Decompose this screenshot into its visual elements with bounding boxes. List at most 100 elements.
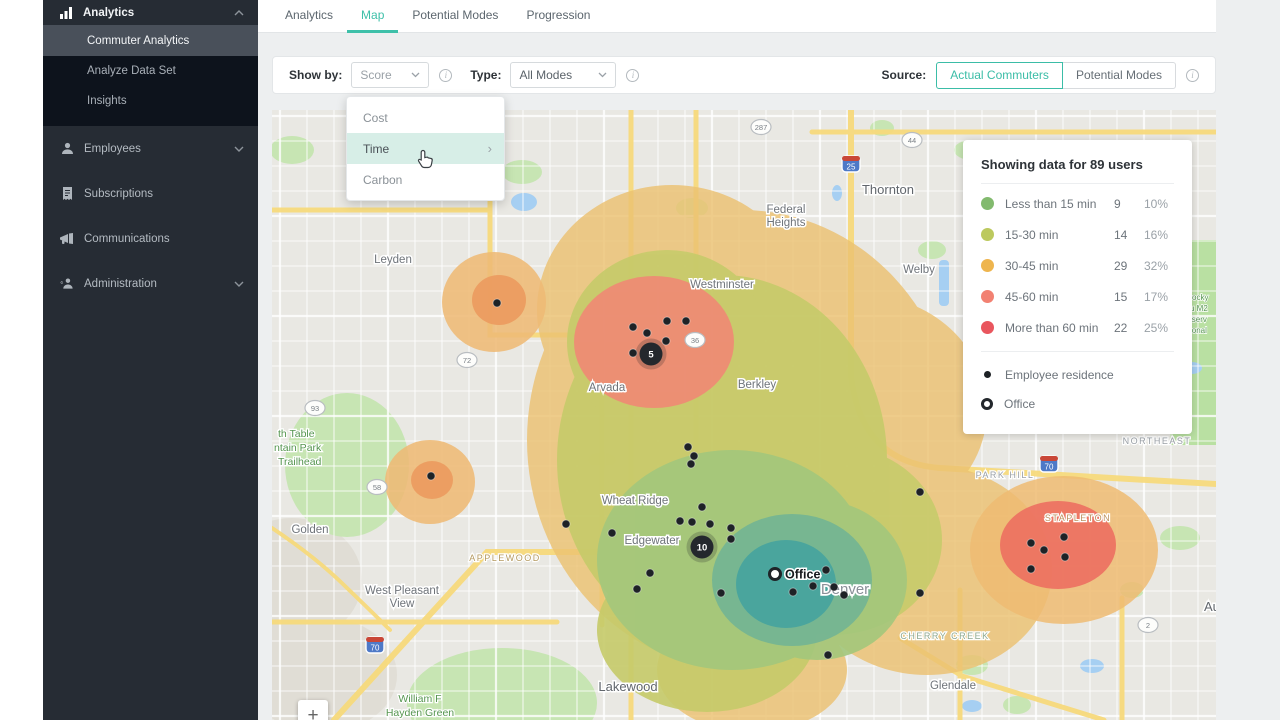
chevron-down-icon	[411, 72, 420, 78]
employee-residence-dot[interactable]	[789, 588, 797, 596]
map-label: Wheat Ridge	[602, 495, 668, 507]
legend-color-dot	[981, 228, 994, 241]
employee-residence-dot[interactable]	[1027, 565, 1035, 573]
source-potential-modes-button[interactable]: Potential Modes	[1063, 62, 1176, 89]
map-label: ntain Park	[274, 442, 322, 454]
sidebar: Analytics Commuter Analytics Analyze Dat…	[43, 0, 258, 720]
employee-residence-dot[interactable]	[698, 503, 706, 511]
employee-residence-dot[interactable]	[706, 520, 714, 528]
svg-text:2: 2	[1146, 621, 1150, 630]
cluster-marker[interactable]: 10	[687, 532, 718, 563]
employee-residence-dot[interactable]	[688, 518, 696, 526]
employee-residence-dot[interactable]	[687, 460, 695, 468]
zoom-in-button[interactable]: +	[298, 700, 328, 720]
analytics-submenu: Commuter Analytics Analyze Data Set Insi…	[43, 25, 258, 126]
show-by-select[interactable]: Score	[351, 62, 429, 88]
menu-item-cost[interactable]: Cost	[347, 102, 504, 133]
cursor-hand-icon	[417, 149, 434, 169]
commuter-analytics-app: Analytics Commuter Analytics Analyze Dat…	[0, 0, 1280, 720]
employee-residence-dot[interactable]	[690, 452, 698, 460]
employee-residence-dot[interactable]	[682, 317, 690, 325]
info-icon[interactable]	[1186, 69, 1199, 82]
map-label: NORTHEAST	[1123, 436, 1192, 446]
sidebar-item-insights[interactable]: Insights	[43, 86, 258, 116]
employee-residence-dot[interactable]	[427, 472, 435, 480]
interstate-shield-icon: 70	[366, 637, 384, 653]
employee-residence-dot[interactable]	[662, 337, 670, 345]
employee-residence-dot[interactable]	[1040, 546, 1048, 554]
type-select[interactable]: All Modes	[510, 62, 616, 88]
employee-residence-dot[interactable]	[562, 520, 570, 528]
info-icon[interactable]	[439, 69, 452, 82]
sidebar-item-communications[interactable]: Communications	[43, 216, 258, 261]
map-label: Glendale	[930, 680, 976, 692]
map-label: ocky	[1192, 293, 1208, 302]
employee-residence-dot[interactable]	[824, 651, 832, 659]
office-marker[interactable]: Office	[770, 568, 821, 582]
tab-analytics[interactable]: Analytics	[271, 0, 347, 33]
map-label: u M2	[1190, 304, 1208, 313]
route-shield-icon: 58	[367, 480, 387, 495]
employee-residence-dot[interactable]	[643, 329, 651, 337]
sidebar-item-employees[interactable]: Employees	[43, 126, 258, 171]
employee-residence-dot[interactable]	[646, 569, 654, 577]
residence-dot-icon	[984, 371, 991, 378]
employee-residence-dot[interactable]	[1027, 539, 1035, 547]
source-actual-commuters-button[interactable]: Actual Commuters	[936, 62, 1063, 89]
map-label: APPLEWOOD	[469, 553, 541, 563]
employee-residence-dot[interactable]	[830, 583, 838, 591]
route-shield-icon: 2	[1138, 618, 1158, 633]
employee-residence-dot[interactable]	[1060, 533, 1068, 541]
cluster-marker[interactable]: 5	[636, 339, 667, 370]
sidebar-item-label: Analytics	[83, 7, 134, 19]
tab-progression[interactable]: Progression	[512, 0, 604, 33]
sidebar-item-analytics[interactable]: Analytics	[43, 0, 258, 25]
legend-row: 15-30 min 14 16%	[981, 219, 1174, 250]
employee-residence-dot[interactable]	[608, 529, 616, 537]
employee-residence-dot[interactable]	[663, 317, 671, 325]
route-shield-icon: 287	[751, 120, 771, 135]
sidebar-item-commuter-analytics[interactable]: Commuter Analytics	[43, 25, 258, 56]
legend-row: 30-45 min 29 32%	[981, 250, 1174, 281]
employee-residence-dot[interactable]	[809, 582, 817, 590]
svg-text:93: 93	[311, 404, 319, 413]
employee-residence-dot[interactable]	[840, 591, 848, 599]
legend-title: Showing data for 89 users	[981, 157, 1174, 172]
employee-residence-dot[interactable]	[727, 524, 735, 532]
employee-residence-dot[interactable]	[629, 323, 637, 331]
map-label: iserv	[1190, 315, 1207, 324]
map-label: STAPLETON	[1045, 513, 1111, 523]
map-label: ional	[1190, 326, 1207, 335]
employee-residence-dot[interactable]	[916, 589, 924, 597]
sidebar-item-subscriptions[interactable]: Subscriptions	[43, 171, 258, 216]
route-shield-icon: 72	[457, 353, 477, 368]
employee-residence-dot[interactable]	[916, 488, 924, 496]
legend-color-dot	[981, 259, 994, 272]
map-label: William F	[398, 693, 441, 705]
map-label: Golden	[291, 524, 328, 536]
employee-residence-dot[interactable]	[676, 517, 684, 525]
employee-residence-dot[interactable]	[727, 535, 735, 543]
employee-residence-dot[interactable]	[1061, 553, 1069, 561]
tab-potential-modes[interactable]: Potential Modes	[398, 0, 512, 33]
info-icon[interactable]	[626, 69, 639, 82]
megaphone-icon	[60, 233, 74, 245]
map-label: PARK HILL	[976, 470, 1035, 480]
employee-residence-dot[interactable]	[633, 585, 641, 593]
sidebar-item-administration[interactable]: Administration	[43, 261, 258, 306]
svg-text:44: 44	[908, 136, 916, 145]
chevron-up-icon	[234, 10, 244, 16]
person-gear-icon	[60, 277, 74, 290]
employee-residence-dot[interactable]	[822, 566, 830, 574]
sidebar-item-analyze-data-set[interactable]: Analyze Data Set	[43, 56, 258, 86]
map-label: Thornton	[862, 182, 914, 197]
map-label: Leyden	[374, 254, 412, 266]
legend-color-dot	[981, 197, 994, 210]
employee-residence-dot[interactable]	[493, 299, 501, 307]
map-label: Arvada	[589, 382, 626, 394]
svg-text:72: 72	[463, 356, 471, 365]
legend-marker-residence: Employee residence	[981, 360, 1174, 389]
employee-residence-dot[interactable]	[717, 589, 725, 597]
tab-map[interactable]: Map	[347, 0, 398, 33]
employee-residence-dot[interactable]	[684, 443, 692, 451]
